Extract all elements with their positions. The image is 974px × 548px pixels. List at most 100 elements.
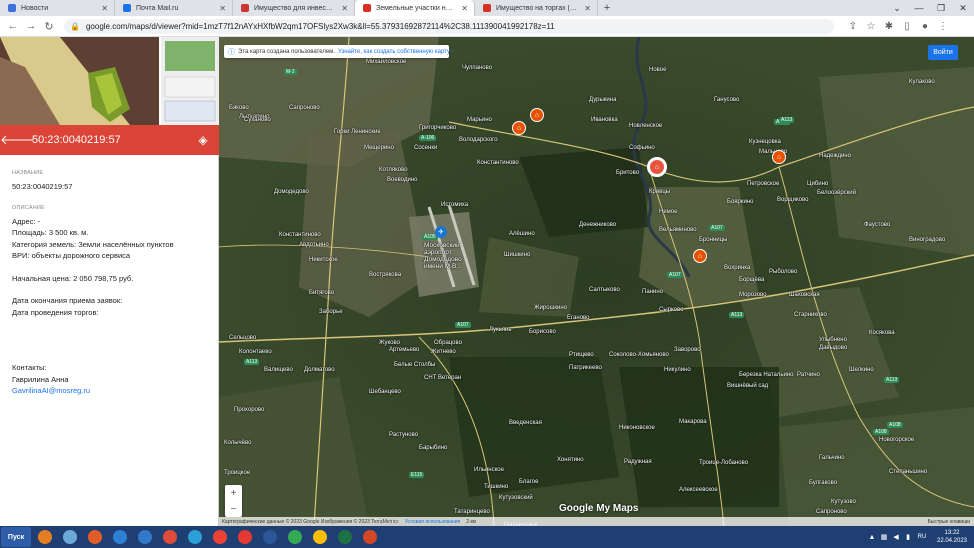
- url-field[interactable]: 🔒 google.com/maps/d/viewer?mid=1mzT7f12n…: [64, 18, 834, 34]
- maximize-icon[interactable]: ❐: [930, 0, 952, 16]
- close-notice-icon[interactable]: ✕: [450, 48, 455, 55]
- tab-news[interactable]: Новости ✕: [0, 0, 115, 16]
- place-label: Степаньшино: [889, 469, 928, 475]
- airport-icon[interactable]: ✈: [435, 226, 447, 238]
- contact-email-link[interactable]: GavrilinaAI@mosreg.ru: [12, 385, 212, 397]
- taskbar-app-icon[interactable]: [109, 527, 131, 547]
- road-shield: А113: [244, 359, 260, 365]
- minimize-icon[interactable]: —: [908, 0, 930, 16]
- tab-land-plots[interactable]: Земельные участки на торги (Go… ✕: [355, 0, 475, 16]
- close-window-icon[interactable]: ✕: [952, 0, 974, 16]
- road-shield: А107: [455, 322, 471, 328]
- notice-text: Эта карта создана пользователем.: [238, 48, 335, 55]
- property-pin-icon[interactable]: ⌂: [772, 150, 786, 164]
- contacts-label: Контакты:: [12, 363, 47, 372]
- zoom-control: + −: [225, 485, 242, 517]
- taskbar-app-icon[interactable]: [184, 527, 206, 547]
- tab-close-icon[interactable]: ✕: [95, 4, 108, 13]
- lock-icon: 🔒: [70, 21, 80, 31]
- directions-icon[interactable]: ◈: [187, 133, 219, 147]
- description-label: ОПИСАНИЕ: [12, 205, 45, 211]
- taskbar-app-icon[interactable]: [84, 527, 106, 547]
- place-label: Улыбнено: [819, 337, 847, 343]
- property-pin-icon[interactable]: ⌂: [647, 157, 667, 177]
- bookmark-star-icon[interactable]: ☆: [862, 17, 880, 35]
- panel-header: 🡐 50:23:0040219:57 ◈: [0, 125, 219, 155]
- place-label: Сапроново: [289, 105, 320, 111]
- tab-close-icon[interactable]: ✕: [335, 4, 348, 13]
- tab-mail[interactable]: Почта Mail.ru ✕: [115, 0, 233, 16]
- back-icon[interactable]: ←: [4, 17, 22, 35]
- url-text: google.com/maps/d/viewer?mid=1mzT7f12nAY…: [85, 21, 555, 31]
- place-label: Бяково: [229, 105, 249, 111]
- zoom-out-button[interactable]: −: [225, 501, 242, 517]
- forward-icon[interactable]: →: [22, 17, 40, 35]
- zoom-in-button[interactable]: +: [225, 485, 242, 501]
- price-text: Начальная цена: 2 050 798,75 руб.: [12, 273, 134, 283]
- place-label: Борщёва: [739, 277, 765, 283]
- tray-network-icon[interactable]: ▦: [878, 533, 890, 541]
- taskbar-app-icon[interactable]: [309, 527, 331, 547]
- profile-icon[interactable]: ●: [916, 17, 934, 35]
- tray-volume-icon[interactable]: ◀: [890, 533, 902, 541]
- area-text: Площадь: 3 500 кв. м.: [12, 228, 89, 237]
- terms-link[interactable]: Условия использования: [405, 519, 461, 525]
- place-label: Шишкино: [504, 252, 531, 258]
- tab-investors[interactable]: Имущество для инвесторов ✕: [233, 0, 355, 16]
- menu-icon[interactable]: ⋮: [934, 17, 952, 35]
- place-label: Михайловское: [366, 59, 407, 65]
- tray-up-arrow-icon[interactable]: ▲: [866, 534, 878, 541]
- google-my-maps-logo: Google My Maps: [559, 503, 639, 514]
- taskbar-app-icon[interactable]: [134, 527, 156, 547]
- place-label: Никоновское: [619, 425, 655, 431]
- place-label: Домодедово: [274, 189, 309, 195]
- place-label: Новое: [649, 67, 667, 73]
- tray-battery-icon[interactable]: ▮: [902, 533, 914, 541]
- taskbar-app-icon[interactable]: [259, 527, 281, 547]
- taskbar-app-icon[interactable]: [334, 527, 356, 547]
- parcel-image[interactable]: [0, 37, 219, 125]
- tab-search-icon[interactable]: ⌄: [886, 0, 908, 16]
- place-label: Жирошкино: [534, 305, 568, 311]
- language-indicator[interactable]: RU: [914, 534, 930, 540]
- share-icon[interactable]: ⇪: [844, 17, 862, 35]
- taskbar-app-icon[interactable]: [34, 527, 56, 547]
- tab-auction-property[interactable]: Имущество на торгах (Google Ma… ✕: [475, 0, 598, 16]
- place-label: Белоозёрский: [817, 190, 857, 196]
- place-label: Сельцово: [229, 335, 257, 341]
- airport-label: Московский аэропорт Домодедово имени М.В…: [424, 242, 462, 270]
- place-label: Бронницы: [699, 237, 728, 243]
- place-label: Вохринка: [724, 265, 751, 271]
- keyboard-shortcuts-link[interactable]: Быстрые клавиши: [928, 519, 974, 525]
- tab-close-icon[interactable]: ✕: [578, 4, 591, 13]
- tab-close-icon[interactable]: ✕: [213, 4, 226, 13]
- taskbar-app-icon[interactable]: [159, 527, 181, 547]
- place-label: Петровское: [747, 181, 780, 187]
- satellite-map[interactable]: Михайловское Чулпаново Новое Кулаково Бяково…: [219, 37, 974, 526]
- place-label: Жуково: [379, 340, 400, 346]
- create-map-link[interactable]: Узнайте, как создать собственную карту: [338, 49, 450, 55]
- taskbar: Пуск ▲ ▦ ◀ ▮ RU 13:22 22.04.2023: [0, 526, 974, 548]
- new-tab-button[interactable]: +: [598, 0, 616, 16]
- taskbar-app-icon[interactable]: [234, 527, 256, 547]
- place-label: Хонятино: [557, 457, 584, 463]
- property-pin-icon[interactable]: ⌂: [512, 121, 526, 135]
- extensions-icon[interactable]: ✱: [880, 17, 898, 35]
- taskbar-app-icon[interactable]: [209, 527, 231, 547]
- back-arrow-icon[interactable]: 🡐: [0, 132, 35, 148]
- sign-in-button[interactable]: Войти: [928, 45, 958, 60]
- road-shield: А113: [779, 117, 795, 123]
- tab-close-icon[interactable]: ✕: [455, 4, 468, 13]
- name-value: 50:23:0040219:57: [12, 181, 73, 191]
- reload-icon[interactable]: ↻: [40, 17, 58, 35]
- sidebar-icon[interactable]: ▯: [898, 17, 916, 35]
- taskbar-app-icon[interactable]: [359, 527, 381, 547]
- attribution-text: Картографические данные © 2023 Google Из…: [222, 518, 399, 525]
- place-label: Ильинское: [474, 467, 504, 473]
- taskbar-app-icon[interactable]: [59, 527, 81, 547]
- taskbar-app-icon[interactable]: [284, 527, 306, 547]
- property-pin-icon[interactable]: ⌂: [530, 108, 544, 122]
- property-pin-icon[interactable]: ⌂: [693, 249, 707, 263]
- clock[interactable]: 13:22 22.04.2023: [930, 529, 974, 545]
- start-button[interactable]: Пуск: [1, 527, 31, 547]
